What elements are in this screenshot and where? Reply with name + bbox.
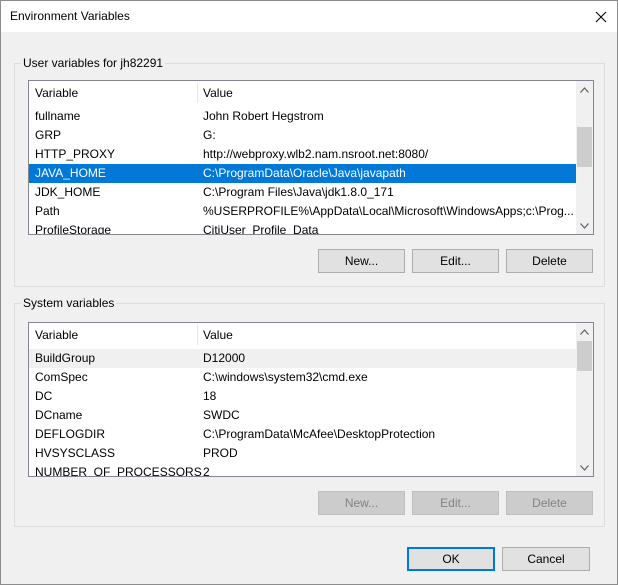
column-header-value[interactable]: Value	[197, 81, 233, 105]
scroll-thumb[interactable]	[577, 127, 592, 167]
variable-name: GRP	[35, 128, 62, 142]
title-bar: Environment Variables	[1, 1, 617, 32]
list-item[interactable]: HVSYSCLASS PROD	[29, 444, 578, 463]
variable-value: %USERPROFILE%\AppData\Local\Microsoft\Wi…	[203, 204, 573, 218]
variable-name: Path	[35, 204, 60, 218]
list-item[interactable]: BuildGroup D12000	[29, 349, 578, 368]
user-new-button-label: New...	[344, 254, 379, 268]
variable-value: John Robert Hegstrom	[203, 109, 324, 123]
variable-name: DCname	[35, 408, 83, 422]
variable-value: C:\Program Files\Java\jdk1.8.0_171	[203, 185, 394, 199]
user-variables-scrollbar[interactable]	[576, 81, 593, 234]
list-item[interactable]: DCname SWDC	[29, 406, 578, 425]
user-variables-list[interactable]: Variable Value fullname John Robert Hegst…	[28, 80, 594, 235]
variable-value: D12000	[203, 351, 246, 365]
system-edit-button-label: Edit...	[440, 496, 471, 510]
column-header-value[interactable]: Value	[197, 323, 233, 347]
window-title: Environment Variables	[10, 9, 130, 23]
variable-name: JAVA_HOME	[35, 166, 106, 180]
system-new-button[interactable]: New...	[318, 491, 405, 515]
system-delete-button[interactable]: Delete	[506, 491, 593, 515]
ok-button-label: OK	[442, 552, 460, 566]
list-item[interactable]: NUMBER_OF_PROCESSORS 2	[29, 463, 578, 477]
variable-value: C:\ProgramData\Oracle\Java\javapath	[203, 166, 406, 180]
environment-variables-dialog: Environment Variables User variables for…	[0, 0, 618, 585]
list-item[interactable]: JDK_HOME C:\Program Files\Java\jdk1.8.0_1…	[29, 183, 578, 202]
variable-value: PROD	[203, 446, 238, 460]
system-edit-button[interactable]: Edit...	[412, 491, 499, 515]
scroll-down-icon[interactable]	[576, 459, 593, 476]
ok-button[interactable]: OK	[407, 547, 495, 571]
variable-name: ComSpec	[35, 370, 88, 384]
variable-value: G:	[203, 128, 216, 142]
column-header-variable[interactable]: Variable	[29, 81, 78, 105]
variable-value: SWDC	[203, 408, 240, 422]
cancel-button-label: Cancel	[527, 552, 565, 566]
list-item[interactable]: Path %USERPROFILE%\AppData\Local\Microsof…	[29, 202, 578, 221]
close-icon[interactable]	[585, 1, 617, 32]
user-new-button[interactable]: New...	[318, 249, 405, 273]
list-item[interactable]: ComSpec C:\windows\system32\cmd.exe	[29, 368, 578, 387]
variable-name: ProfileStorage	[35, 223, 112, 235]
variable-value: http://webproxy.wlb2.nam.nsroot.net:8080…	[203, 147, 429, 161]
system-variables-scrollbar[interactable]	[576, 323, 593, 476]
user-edit-button-label: Edit...	[440, 254, 471, 268]
user-variables-header: Variable Value	[29, 81, 593, 105]
list-item[interactable]: fullname John Robert Hegstrom	[29, 107, 578, 126]
cancel-button[interactable]: Cancel	[502, 547, 590, 571]
scroll-down-icon[interactable]	[576, 217, 593, 234]
variable-value: C:\ProgramData\McAfee\DesktopProtection	[203, 427, 436, 441]
variable-value: 18	[203, 389, 217, 403]
variable-name: BuildGroup	[35, 351, 96, 365]
variable-name: HTTP_PROXY	[35, 147, 116, 161]
system-variables-header: Variable Value	[29, 323, 593, 347]
system-new-button-label: New...	[344, 496, 379, 510]
column-header-variable[interactable]: Variable	[29, 323, 78, 347]
system-variables-label: System variables	[21, 296, 117, 310]
user-delete-button[interactable]: Delete	[506, 249, 593, 273]
system-delete-button-label: Delete	[532, 496, 567, 510]
list-item[interactable]: DEFLOGDIR C:\ProgramData\McAfee\DesktopPr…	[29, 425, 578, 444]
scroll-up-icon[interactable]	[576, 323, 593, 340]
list-item[interactable]: HTTP_PROXY http://webproxy.wlb2.nam.nsroo…	[29, 145, 578, 164]
scroll-thumb[interactable]	[577, 341, 592, 371]
variable-name: fullname	[35, 109, 81, 123]
list-item[interactable]: DC 18	[29, 387, 578, 406]
user-delete-button-label: Delete	[532, 254, 567, 268]
variable-value: C:\windows\system32\cmd.exe	[203, 370, 368, 384]
variable-name: JDK_HOME	[35, 185, 101, 199]
list-item[interactable]: JAVA_HOME C:\ProgramData\Oracle\Java\java…	[29, 164, 576, 183]
variable-name: DEFLOGDIR	[35, 427, 106, 441]
variable-name: DC	[35, 389, 53, 403]
user-edit-button[interactable]: Edit...	[412, 249, 499, 273]
system-variables-list[interactable]: Variable Value BuildGroup D12000 ComSpec C:…	[28, 322, 594, 477]
variable-name: HVSYSCLASS	[35, 446, 116, 460]
variable-value: CitiUser_Profile_Data	[203, 223, 319, 235]
list-item[interactable]: ProfileStorage CitiUser_Profile_Data	[29, 221, 578, 235]
variable-value: 2	[203, 465, 210, 477]
user-variables-label: User variables for jh82291	[21, 56, 166, 70]
scroll-up-icon[interactable]	[576, 81, 593, 98]
list-item[interactable]: GRP G:	[29, 126, 578, 145]
variable-name: NUMBER_OF_PROCESSORS	[35, 465, 202, 477]
